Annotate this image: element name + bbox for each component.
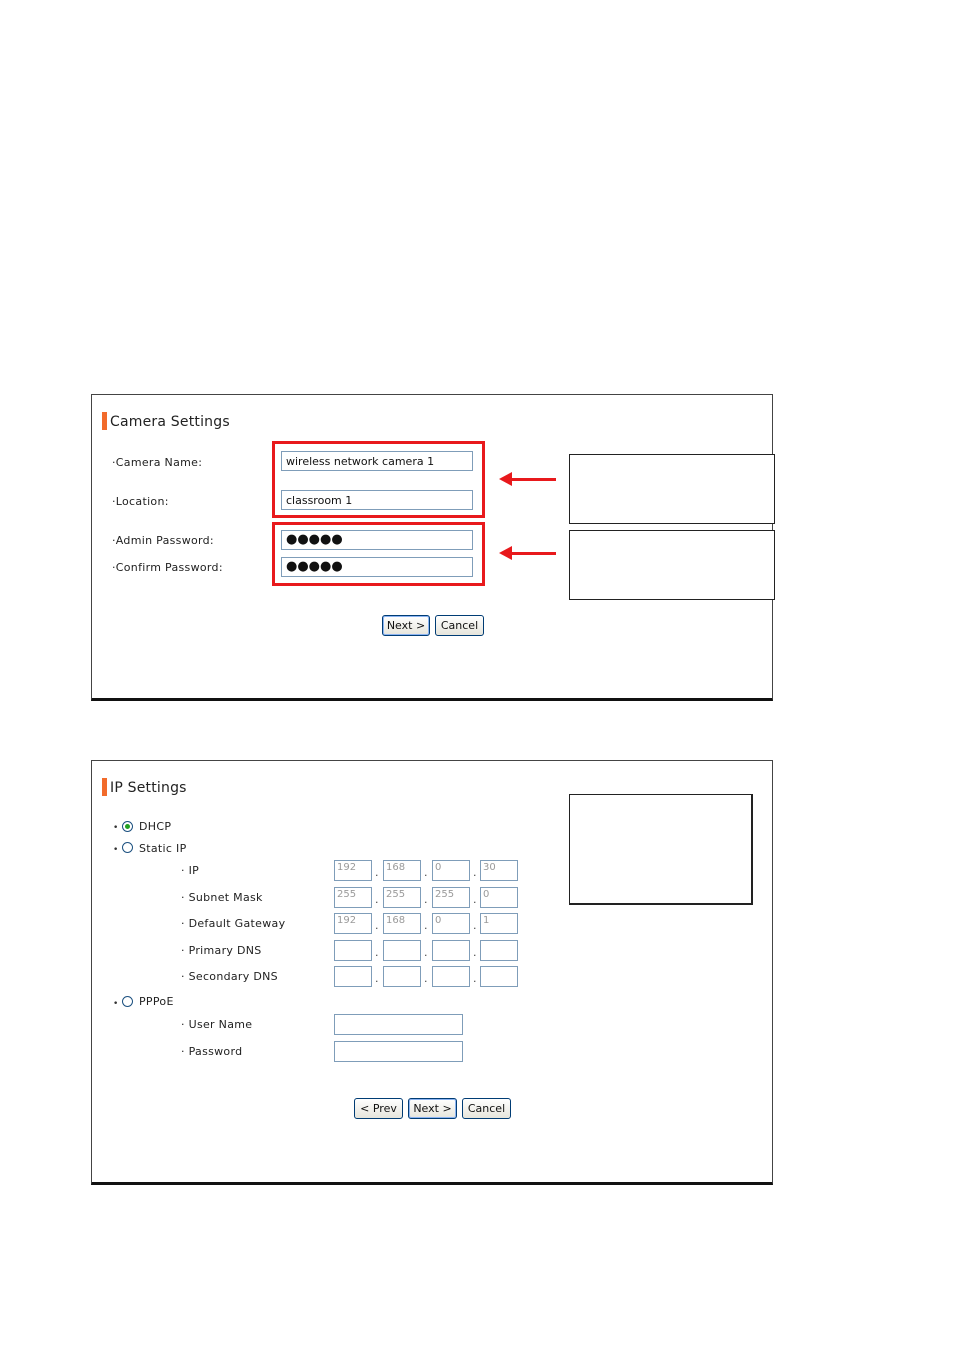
secondary-dns-octet-4[interactable] [480, 966, 518, 987]
primary-dns-label: · Primary DNS [181, 944, 262, 957]
primary-dns-octet-1[interactable] [334, 940, 372, 961]
gateway-octet-4[interactable]: 1 [480, 913, 518, 934]
dhcp-radio[interactable] [122, 821, 133, 832]
red-arrow-icon [499, 472, 556, 486]
dot-separator: . [473, 946, 477, 959]
dot-separator: . [473, 866, 477, 879]
camera-settings-title: Camera Settings [102, 412, 230, 430]
callout-box [569, 454, 775, 524]
bullet-dot: • [113, 999, 119, 1009]
callout-box [569, 794, 753, 905]
gateway-octet-2[interactable]: 168 [383, 913, 421, 934]
next-button[interactable]: Next > [408, 1098, 457, 1119]
primary-dns-octet-3[interactable] [432, 940, 470, 961]
title-accent-bar [102, 778, 107, 796]
bullet-dot: • [113, 845, 119, 855]
subnet-octet-1[interactable]: 255 [334, 887, 372, 908]
password-label: · Password [181, 1045, 243, 1058]
ip-octet-1[interactable]: 192 [334, 860, 372, 881]
subnet-mask-label: · Subnet Mask [181, 891, 263, 904]
bullet-dot: • [113, 823, 119, 833]
pppoe-radio[interactable] [122, 996, 133, 1007]
user-name-input[interactable] [334, 1014, 463, 1035]
pppoe-label: PPPoE [139, 995, 174, 1008]
static-ip-label: Static IP [139, 842, 187, 855]
dot-separator: . [473, 972, 477, 985]
primary-dns-octet-2[interactable] [383, 940, 421, 961]
gateway-octet-3[interactable]: 0 [432, 913, 470, 934]
dot-separator: . [424, 893, 428, 906]
ip-octet-4[interactable]: 30 [480, 860, 518, 881]
dot-separator: . [424, 919, 428, 932]
dot-separator: . [424, 866, 428, 879]
cancel-button[interactable]: Cancel [435, 615, 484, 636]
confirm-password-label: ·Confirm Password: [112, 561, 223, 574]
camera-name-label: ·Camera Name: [112, 456, 203, 469]
password-input[interactable] [334, 1041, 463, 1062]
dot-separator: . [375, 972, 379, 985]
cancel-button[interactable]: Cancel [462, 1098, 511, 1119]
camera-settings-title-text: Camera Settings [110, 414, 230, 430]
secondary-dns-octet-1[interactable] [334, 966, 372, 987]
ip-settings-title-text: IP Settings [110, 780, 187, 796]
gateway-octet-1[interactable]: 192 [334, 913, 372, 934]
secondary-dns-octet-3[interactable] [432, 966, 470, 987]
ip-settings-title: IP Settings [102, 778, 187, 796]
dot-separator: . [375, 946, 379, 959]
primary-dns-octet-4[interactable] [480, 940, 518, 961]
dot-separator: . [424, 946, 428, 959]
dot-separator: . [473, 919, 477, 932]
ip-label: · IP [181, 864, 200, 877]
dot-separator: . [473, 893, 477, 906]
subnet-octet-3[interactable]: 255 [432, 887, 470, 908]
next-button[interactable]: Next > [382, 615, 430, 636]
ip-octet-3[interactable]: 0 [432, 860, 470, 881]
callout-box [569, 530, 775, 600]
user-name-label: · User Name [181, 1018, 253, 1031]
static-ip-radio[interactable] [122, 842, 133, 853]
location-label: ·Location: [112, 495, 169, 508]
dot-separator: . [375, 866, 379, 879]
secondary-dns-octet-2[interactable] [383, 966, 421, 987]
secondary-dns-label: · Secondary DNS [181, 970, 278, 983]
dhcp-label: DHCP [139, 820, 172, 833]
dot-separator: . [375, 893, 379, 906]
admin-password-label: ·Admin Password: [112, 534, 214, 547]
name-location-highlight-box [272, 441, 485, 518]
dot-separator: . [424, 972, 428, 985]
prev-button[interactable]: < Prev [354, 1098, 403, 1119]
dot-separator: . [375, 919, 379, 932]
password-highlight-box [272, 522, 485, 586]
title-accent-bar [102, 412, 107, 430]
ip-octet-2[interactable]: 168 [383, 860, 421, 881]
subnet-octet-4[interactable]: 0 [480, 887, 518, 908]
subnet-octet-2[interactable]: 255 [383, 887, 421, 908]
red-arrow-icon [499, 546, 556, 560]
default-gateway-label: · Default Gateway [181, 917, 286, 930]
